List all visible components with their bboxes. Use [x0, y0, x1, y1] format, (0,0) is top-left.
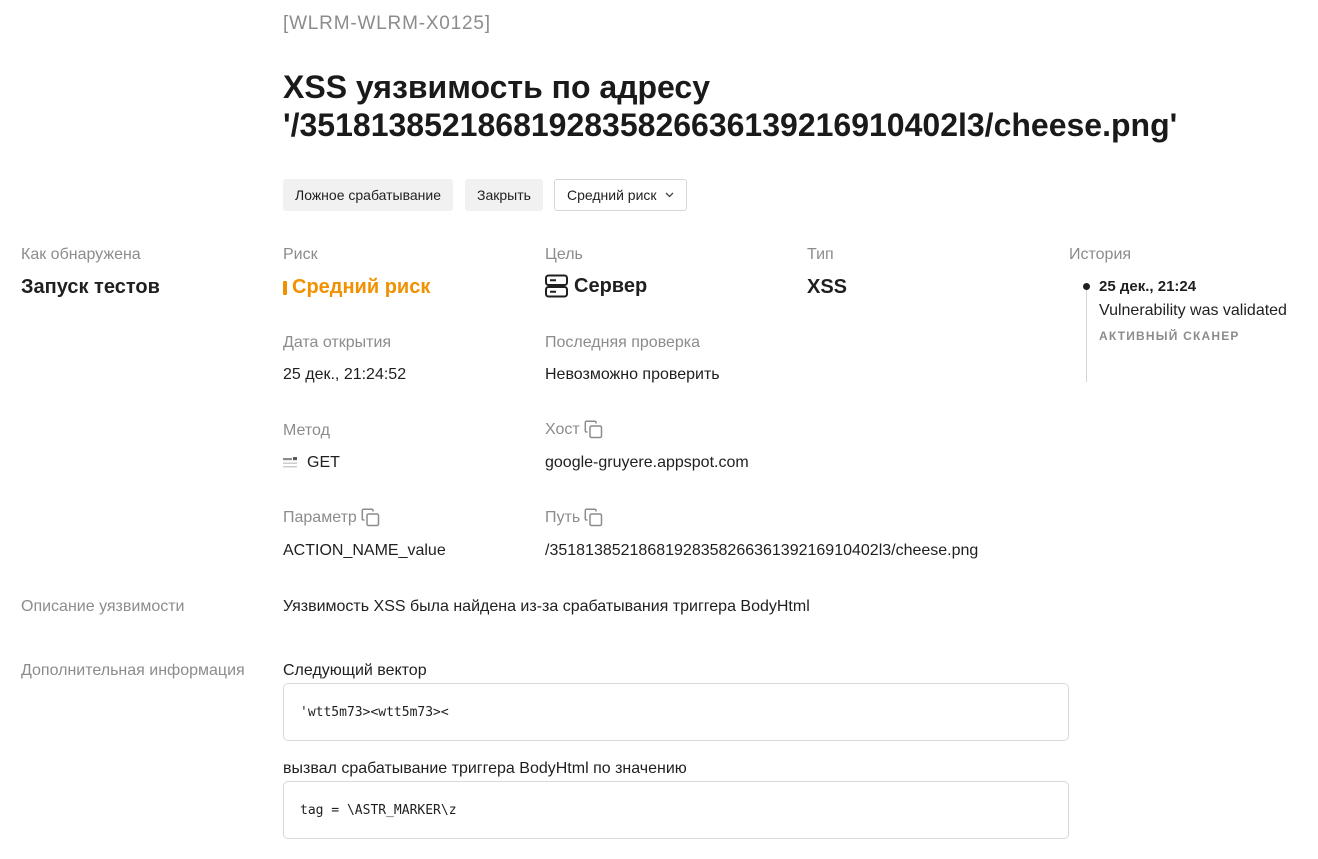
server-icon	[545, 274, 568, 298]
opened-label: Дата открытия	[283, 334, 392, 351]
page-title: XSS уязвимость по адресу '/3518138521868…	[283, 68, 1283, 144]
target-label: Цель	[545, 246, 583, 263]
path-label: Путь	[545, 508, 581, 526]
chevron-down-icon	[665, 192, 674, 198]
risk-label: Риск	[283, 246, 318, 263]
host-label: Хост	[545, 420, 580, 438]
history-entry-text: Vulnerability was validated	[1099, 302, 1287, 319]
param-value: ACTION_NAME_value	[283, 542, 446, 559]
description-value: Уязвимость XSS была найдена из-за срабат…	[283, 598, 810, 615]
close-button[interactable]: Закрыть	[465, 179, 543, 211]
path-value: /3518138521868192835826636139216910402l3…	[545, 542, 979, 559]
vector-code-block: 'wtt5m73><wtt5m73><	[283, 683, 1069, 741]
risk-value-text: Средний риск	[292, 276, 431, 298]
trigger-label: вызвал срабатывание триггера BodyHtml по…	[283, 760, 687, 777]
risk-select[interactable]: Средний риск	[554, 179, 687, 211]
vector-label: Следующий вектор	[283, 662, 427, 679]
method-value: GET	[283, 454, 340, 472]
host-label-row: Хост	[545, 420, 603, 439]
target-value-text: Сервер	[574, 274, 648, 297]
host-value: google-gruyere.appspot.com	[545, 454, 749, 471]
type-value: XSS	[807, 276, 848, 298]
detected-value: Запуск тестов	[21, 276, 160, 298]
history-dot	[1083, 283, 1090, 290]
last-check-label: Последняя проверка	[545, 334, 701, 351]
extra-info-label: Дополнительная информация	[21, 662, 245, 679]
vulnerability-id: [WLRM-WLRM-X0125]	[283, 13, 491, 34]
path-label-row: Путь	[545, 508, 603, 527]
history-entry-date: 25 дек., 21:24	[1099, 278, 1197, 295]
type-label: Тип	[807, 246, 834, 263]
copy-icon[interactable]	[361, 508, 380, 527]
method-label: Метод	[283, 422, 330, 439]
method-value-text: GET	[307, 454, 340, 471]
risk-select-label: Средний риск	[567, 187, 657, 203]
page-title-line-1: XSS уязвимость по адресу	[283, 69, 711, 105]
risk-value: Средний риск	[283, 276, 430, 299]
page-title-line-2: '/3518138521868192835826636139216910402l…	[283, 107, 1178, 143]
trigger-code-block: tag = \ASTR_MARKER\z	[283, 781, 1069, 839]
last-check-value: Невозможно проверить	[545, 366, 720, 383]
param-label-row: Параметр	[283, 508, 380, 527]
opened-value: 25 дек., 21:24:52	[283, 366, 407, 383]
method-icon	[283, 457, 297, 469]
detected-label: Как обнаружена	[21, 246, 141, 263]
history-entry-source: АКТИВНЫЙ СКАНЕР	[1099, 329, 1240, 343]
false-positive-button[interactable]: Ложное срабатывание	[283, 179, 454, 211]
history-timeline	[1086, 286, 1087, 382]
param-label: Параметр	[283, 508, 357, 526]
risk-level-marker	[283, 280, 287, 295]
copy-icon[interactable]	[584, 420, 603, 439]
copy-icon[interactable]	[584, 508, 603, 527]
description-label: Описание уязвимости	[21, 598, 185, 615]
history-label: История	[1069, 246, 1132, 263]
target-value: Сервер	[545, 274, 647, 298]
